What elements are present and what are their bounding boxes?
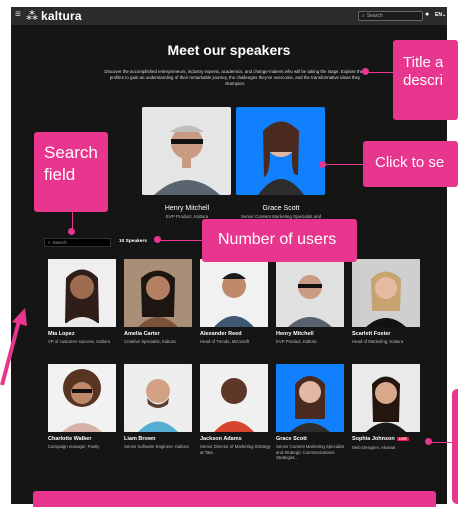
speaker-name[interactable]: Sophia Johnson LIVE [352,436,409,442]
featured-speaker-photo[interactable] [236,107,325,195]
speaker-role: Web Designer, Akamai [352,445,396,450]
count-callout-line [159,240,203,241]
speaker-portrait-image [142,107,231,195]
speaker-card-photo[interactable] [276,259,344,327]
speaker-name[interactable]: Jackson Adams [200,436,242,442]
title-callout-dot [362,68,369,75]
speaker-portrait-image [48,364,116,432]
speaker-card-photo[interactable] [276,364,344,432]
speaker-role: Head of Trends, Microsoft [200,339,250,344]
speaker-card-photo[interactable] [124,364,192,432]
speaker-count: 10 Speakers [119,239,148,244]
speaker-role: Senior Director of Marketing Strategy at… [200,444,271,455]
live-badge: LIVE [396,436,409,441]
brand-logo[interactable]: ⁂ kaltura [26,9,82,23]
speaker-portrait-image [352,259,420,327]
kaltura-logo-icon: ⁂ [26,9,38,23]
speaker-portrait-image [276,364,344,432]
bottom-callout [33,491,436,507]
speaker-portrait-image [124,364,192,432]
search-field-callout: Search field [34,132,108,212]
speaker-name[interactable]: Liam Brown [124,436,155,442]
speaker-portrait-image [200,364,268,432]
page-description: Discover the accomplished entrepreneurs,… [104,69,366,86]
live-badge-callout [452,389,458,504]
click-callout: Click to se [363,141,458,187]
hamburger-menu-icon[interactable]: ≡ [15,10,24,20]
speaker-name[interactable]: Amelia Carter [124,331,160,337]
search-icon: ⌕ [48,240,51,245]
speaker-portrait-image [236,107,325,195]
speaker-search-input[interactable]: ⌕ Search [44,238,111,247]
speaker-name[interactable]: Charlotte Walker [48,436,92,442]
chevron-down-icon: ⌄ [441,12,447,18]
search-callout-dot [68,228,75,235]
top-bar: ≡ ⁂ kaltura ⌕ Search ● EN⌄ [11,7,447,25]
live-callout-line [429,442,453,443]
speaker-role: EVP Product, Kaltura [276,339,317,344]
speaker-card-photo[interactable] [124,259,192,327]
search-icon: ⌕ [362,13,365,19]
featured-speaker-name: Grace Scott [262,205,300,212]
speaker-name-text: Sophia Johnson [352,436,395,442]
language-label: EN [435,12,442,18]
speaker-portrait-image [124,259,192,327]
speaker-name[interactable]: Alexander Reed [200,331,242,337]
user-icon[interactable]: ● [425,11,431,19]
speaker-name[interactable]: Mia Lopez [48,331,75,337]
click-callout-dot [319,161,326,168]
screenshot-stage: ≡ ⁂ kaltura ⌕ Search ● EN⌄ Meet our spea… [0,0,458,507]
click-callout-line [324,164,364,165]
speaker-name[interactable]: Scarlett Foster [352,331,391,337]
speaker-card-photo[interactable] [48,364,116,432]
user-count-callout: Number of users [202,219,357,262]
speaker-card-photo[interactable] [352,259,420,327]
speaker-role: VP of customer success, Kaltura [48,339,111,344]
speaker-card-photo[interactable] [200,364,268,432]
speaker-search-placeholder: Search [52,240,67,245]
speaker-card-photo[interactable] [48,259,116,327]
featured-speaker-photo[interactable] [142,107,231,195]
speaker-card-photo[interactable] [200,259,268,327]
speaker-role: Creative Specialist, Kaltura [124,339,176,344]
title-callout-line [367,72,394,73]
speaker-portrait-image [200,259,268,327]
featured-speaker-name: Henry Mitchell [164,205,210,212]
top-search-input[interactable]: ⌕ Search [358,11,423,21]
speaker-portrait-image [352,364,420,432]
speaker-role: Head of Marketing, Kaltura [352,339,404,344]
page-title: Meet our speakers [167,42,291,58]
title-callout: Title a descri [393,40,458,120]
speaker-card-photo[interactable] [352,364,420,432]
speaker-name[interactable]: Henry Mitchell [276,331,314,337]
speaker-role: Senior Content Marketing Specialist and … [276,444,345,460]
speaker-portrait-image [48,259,116,327]
language-selector[interactable]: EN⌄ [435,12,446,18]
count-callout-dot [154,236,161,243]
speaker-role: Senior Software Engineer, Kaltura [124,444,189,449]
live-callout-dot [425,438,432,445]
speaker-portrait-image [276,259,344,327]
top-search-placeholder: Search [366,13,383,19]
left-arrow-callout [0,297,30,387]
brand-name: kaltura [41,9,82,23]
speaker-name[interactable]: Grace Scott [276,436,307,442]
speaker-role: Campaign manager, Fastly [48,444,100,449]
